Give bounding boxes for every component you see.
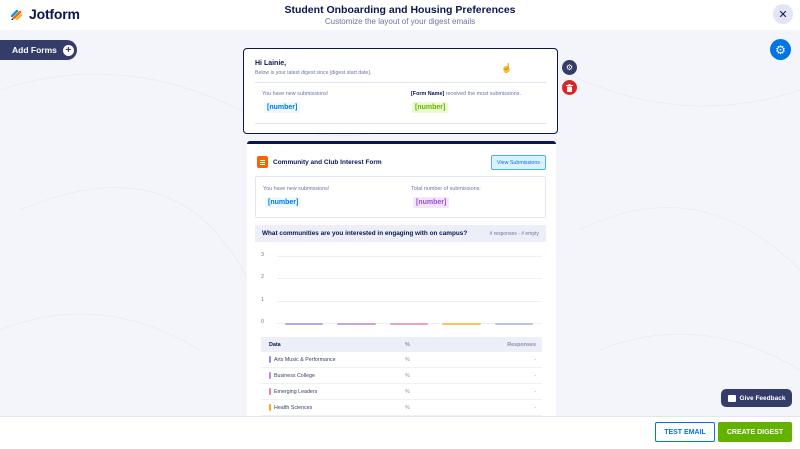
row-pct: % (405, 372, 410, 379)
form-stats-box: You have new submissions! [number] Total… (255, 176, 546, 218)
gear-icon: ⚙ (775, 42, 786, 57)
title-block: Student Onboarding and Housing Preferenc… (200, 4, 600, 26)
close-icon: ✕ (778, 8, 788, 21)
question-meta: # responses - # empty (489, 230, 539, 237)
card-delete-button[interactable] (562, 80, 577, 95)
footer-bar: TEST EMAIL CREATE DIGEST (0, 416, 800, 449)
test-email-button[interactable]: TEST EMAIL (655, 422, 715, 442)
mouse-cursor-icon: ☝ (501, 63, 513, 73)
row-pct: % (405, 404, 410, 411)
question-header: What communities are you interested in e… (255, 225, 546, 242)
settings-button[interactable]: ⚙ (770, 39, 791, 60)
divider (255, 123, 547, 124)
question-text: What communities are you interested in e… (262, 230, 468, 237)
chart-bar (285, 323, 324, 325)
col-header-pct: % (405, 341, 410, 348)
add-forms-label: Add Forms (12, 45, 57, 55)
form-new-submissions-value: [number] (265, 197, 302, 208)
row-swatch (269, 356, 271, 363)
view-submissions-button[interactable]: View Submissions (491, 155, 546, 170)
jotform-logo-icon (10, 9, 23, 21)
form-title: Community and Club Interest Form (273, 159, 382, 166)
top-header: Jotform Student Onboarding and Housing P… (0, 0, 800, 30)
row-pct: % (405, 356, 410, 363)
chart-bar (494, 323, 533, 325)
top-form-name: [Form Name] (411, 91, 445, 97)
row-responses: - (534, 372, 536, 379)
row-label-cell: Arts Music & Performance (269, 356, 336, 363)
row-label: Business College (274, 372, 315, 379)
row-label-cell: Business College (269, 372, 315, 379)
row-swatch (269, 372, 271, 379)
table-row: Arts Music & Performance % - (261, 352, 542, 368)
new-submissions-value: [number] (264, 102, 301, 113)
card-settings-button[interactable]: ⚙ (562, 60, 577, 75)
row-responses: - (534, 404, 536, 411)
greeting-intro: Below is your latest digest since [diges… (255, 70, 372, 76)
trash-icon (566, 83, 573, 92)
add-forms-button[interactable]: Add Forms + (0, 40, 77, 60)
row-label-cell: Health Sciences (269, 404, 312, 411)
table-row: Business College % - (261, 368, 542, 384)
chart-bar (442, 323, 481, 325)
row-label-cell: Emerging Leaders (269, 388, 317, 395)
total-submissions-label: Total number of submissions: (411, 186, 481, 192)
responses-table: Data % Responses Arts Music & Performanc… (261, 337, 542, 416)
table-row: Emerging Leaders % - (261, 384, 542, 400)
chart-bar (389, 323, 429, 325)
divider (255, 82, 547, 83)
row-swatch (269, 404, 271, 411)
y-tick-label: 2 (261, 274, 264, 281)
new-submissions-label: You have new submissions! (262, 91, 329, 97)
page-subtitle: Customize the layout of your digest emai… (324, 17, 476, 26)
row-swatch (269, 388, 271, 395)
greeting-text: Hi Lainie, (255, 60, 287, 67)
row-label: Arts Music & Performance (274, 356, 336, 363)
chat-icon (727, 394, 736, 402)
form-icon (257, 156, 268, 168)
row-responses: - (534, 356, 536, 363)
responses-chart: 3 2 1 0 (255, 244, 546, 334)
give-feedback-label: Give Feedback (739, 394, 786, 402)
col-header-data: Data (269, 341, 281, 348)
grid-line (277, 256, 542, 257)
logo-text: Jotform (29, 6, 80, 22)
grid-line (277, 278, 542, 280)
close-button[interactable]: ✕ (773, 4, 793, 24)
row-pct: % (405, 388, 410, 395)
page-title: Student Onboarding and Housing Preferenc… (284, 4, 516, 16)
form-digest-card[interactable]: Community and Club Interest Form View Su… (247, 141, 556, 416)
grid-line (277, 300, 542, 302)
row-label: Emerging Leaders (274, 388, 318, 395)
row-responses: - (534, 388, 536, 395)
row-label: Health Sciences (274, 404, 313, 411)
y-tick-label: 3 (261, 252, 264, 258)
plus-icon: + (62, 44, 74, 56)
greeting-card[interactable]: Hi Lainie, Below is your latest digest s… (243, 48, 558, 134)
form-new-submissions-label: You have new submissions! (263, 186, 330, 192)
col-header-responses: Responses (507, 341, 536, 348)
table-row: Health Sciences % - (261, 400, 542, 416)
give-feedback-button[interactable]: Give Feedback (721, 389, 792, 407)
top-form-rest: received the most submissions. (444, 91, 521, 97)
y-tick-label: 0 (261, 319, 264, 325)
top-form-label: [Form Name] received the most submission… (411, 91, 521, 97)
gear-icon: ⚙ (565, 63, 574, 72)
y-tick-label: 1 (261, 296, 264, 303)
create-digest-button[interactable]: CREATE DIGEST (718, 422, 792, 442)
chart-bar (337, 323, 376, 325)
table-header: Data % Responses (261, 337, 542, 352)
top-form-value: [number] (412, 102, 449, 113)
jotform-logo[interactable]: Jotform (10, 6, 80, 22)
total-submissions-value: [number] (413, 197, 450, 208)
